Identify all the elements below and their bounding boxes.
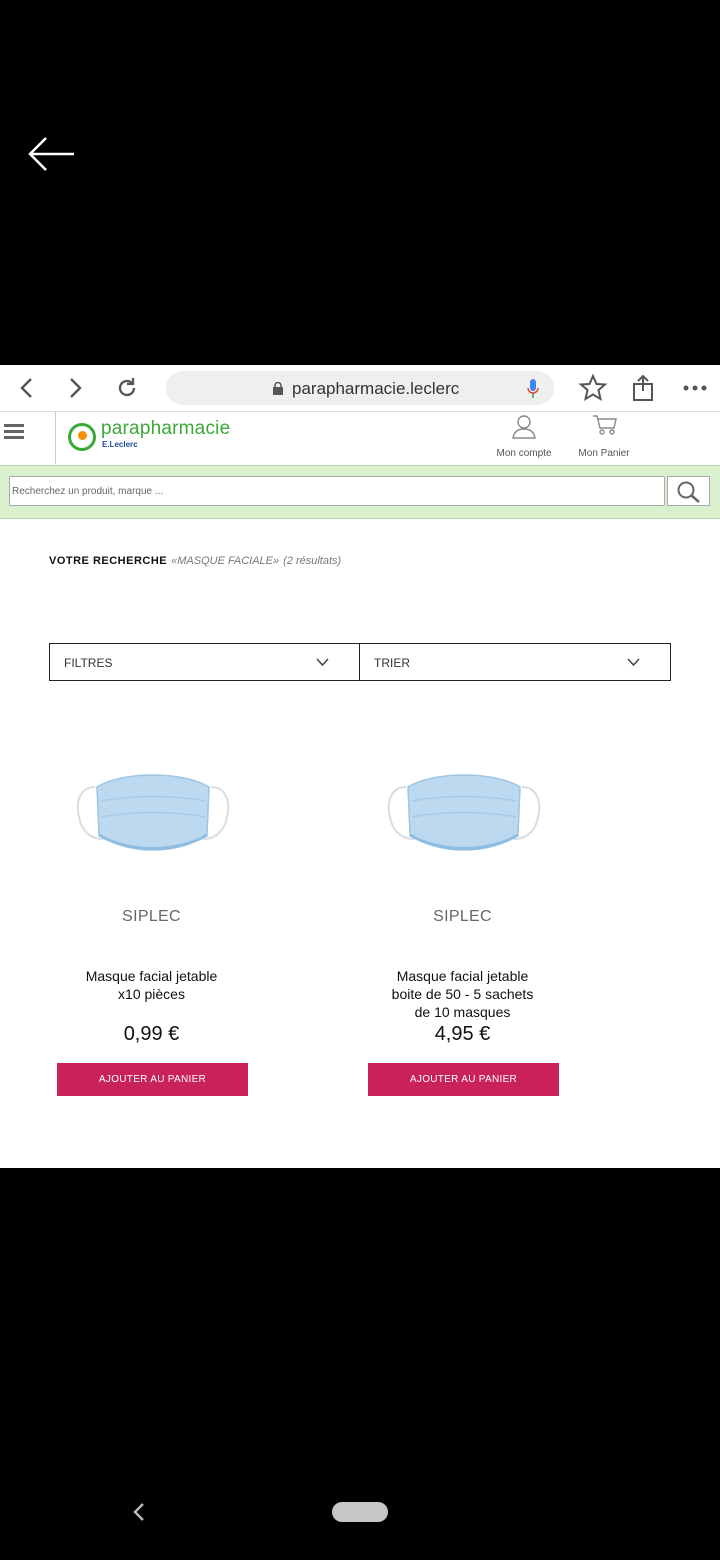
results-label: VOTRE RECHERCHE xyxy=(49,555,168,567)
search-input[interactable] xyxy=(9,476,665,506)
face-mask-image[interactable] xyxy=(384,765,544,855)
cart-link[interactable]: Mon Panier xyxy=(564,412,644,464)
sort-dropdown[interactable]: TRIER xyxy=(359,643,671,681)
add-to-cart-button[interactable]: AJOUTER AU PANIER xyxy=(57,1063,248,1096)
back-arrow-icon[interactable] xyxy=(26,134,78,174)
url-text: parapharmacie.leclerc xyxy=(292,379,460,398)
lock-icon xyxy=(273,382,283,395)
product-name[interactable]: Masque facial jetable x10 pièces xyxy=(49,967,254,1003)
results-count: (2 résultats) xyxy=(283,555,342,567)
chevron-down-icon xyxy=(627,658,640,667)
results-query: «MASQUE FACIALE» xyxy=(171,555,280,567)
product-brand: SIPLEC xyxy=(433,908,492,925)
reload-icon[interactable] xyxy=(112,373,142,403)
search-icon xyxy=(677,481,700,503)
search-bar xyxy=(0,465,720,519)
logo-badge-icon xyxy=(68,423,96,451)
face-mask-image[interactable] xyxy=(73,765,233,855)
header-divider xyxy=(55,412,56,464)
product-brand: SIPLEC xyxy=(122,908,181,925)
results-heading: VOTRE RECHERCHE «MASQUE FACIALE» (2 résult… xyxy=(49,555,341,567)
home-pill-button[interactable] xyxy=(332,1502,388,1522)
user-icon xyxy=(512,415,536,439)
bookmark-star-icon[interactable] xyxy=(578,373,608,403)
account-label: Mon compte xyxy=(496,448,552,459)
filters-label: FILTRES xyxy=(64,656,113,670)
logo-wordmark: parapharmacie xyxy=(101,418,231,439)
cart-icon xyxy=(593,415,617,435)
site-logo[interactable]: parapharmacie E.Leclerc xyxy=(68,418,248,458)
filters-dropdown[interactable]: FILTRES xyxy=(49,643,360,681)
chevron-down-icon xyxy=(316,658,329,667)
add-to-cart-button[interactable]: AJOUTER AU PANIER xyxy=(368,1063,559,1096)
logo-subtitle: E.Leclerc xyxy=(102,440,138,449)
microphone-icon[interactable] xyxy=(526,378,540,400)
account-link[interactable]: Mon compte xyxy=(484,412,564,464)
product-price: 4,95 € xyxy=(434,1023,491,1045)
search-button[interactable] xyxy=(667,476,710,506)
product-name[interactable]: Masque facial jetable boite de 50 - 5 sa… xyxy=(360,967,565,1021)
menu-icon[interactable] xyxy=(4,424,24,442)
share-icon[interactable] xyxy=(628,373,658,403)
browser-toolbar: parapharmacie.leclerc xyxy=(0,365,720,412)
browser-back-icon[interactable] xyxy=(12,373,42,403)
cart-label: Mon Panier xyxy=(578,448,630,459)
more-options-icon[interactable] xyxy=(680,373,710,403)
address-bar[interactable]: parapharmacie.leclerc xyxy=(166,371,554,405)
site-header: parapharmacie E.Leclerc Mon compte Mon P… xyxy=(0,412,720,464)
sort-label: TRIER xyxy=(374,656,410,670)
screenshot-panel: parapharmacie.leclerc parapharmacie E.Le… xyxy=(0,365,720,1168)
product-price: 0,99 € xyxy=(123,1023,180,1045)
system-back-icon[interactable] xyxy=(128,1498,148,1526)
browser-forward-icon[interactable] xyxy=(60,373,90,403)
